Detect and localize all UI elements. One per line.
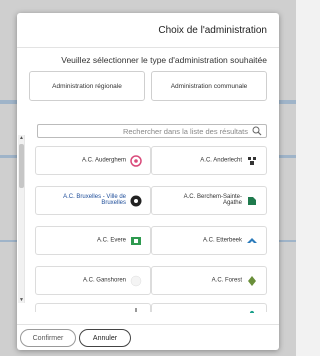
search-field[interactable]: Rechercher dans la liste des résultats <box>37 124 267 138</box>
scroll-down-icon[interactable]: ▼ <box>19 297 24 303</box>
background-strip <box>0 100 17 104</box>
admin-card-label: A.C. Etterbeek <box>202 237 242 244</box>
anderlecht-logo-icon <box>247 155 257 166</box>
partial-logo-icon <box>249 310 255 313</box>
scroll-up-icon[interactable]: ▲ <box>19 135 24 141</box>
type-communal-button[interactable]: Administration communale <box>151 71 267 101</box>
admin-card-forest[interactable]: A.C. Forest <box>151 266 267 295</box>
background-strip <box>279 100 296 104</box>
admin-card-label: A.C. Bruxelles - Ville de Bruxelles <box>63 193 126 207</box>
admin-card-next-partial[interactable] <box>151 303 267 313</box>
admin-card-auderghem[interactable]: A.C. Auderghem <box>35 146 151 175</box>
title-divider <box>17 47 279 48</box>
dialog-title: Choix de l'administration <box>158 25 267 36</box>
type-regional-button[interactable]: Administration régionale <box>29 71 145 101</box>
admin-card-label: A.C. Evere <box>96 237 126 244</box>
bruxelles-logo-icon <box>130 195 142 206</box>
evere-logo-icon <box>131 236 141 245</box>
etterbeek-logo-icon <box>247 237 257 243</box>
ganshoren-logo-icon <box>130 275 142 286</box>
dialog-subtitle: Veuillez sélectionner le type d'administ… <box>61 55 267 65</box>
admin-card-berchem[interactable]: A.C. Berchem-Sainte-Agathe <box>151 186 267 215</box>
background-strip <box>0 155 17 158</box>
confirm-button[interactable]: Confirmer <box>20 329 76 347</box>
admin-card-label: A.C. Ganshoren <box>82 277 126 284</box>
berchem-logo-icon <box>248 196 256 205</box>
admin-card-evere[interactable]: A.C. Evere <box>35 226 151 255</box>
search-input[interactable]: Rechercher dans la liste des résultats <box>123 127 248 136</box>
cancel-button[interactable]: Annuler <box>79 329 131 347</box>
admin-card-label: A.C. Forest <box>211 277 242 284</box>
administration-choice-dialog: Choix de l'administration Veuillez sélec… <box>17 13 279 350</box>
background-strip <box>0 240 17 242</box>
list-scrollbar[interactable]: ▲ ▼ <box>18 135 25 303</box>
cancel-button-label: Annuler <box>92 334 118 342</box>
admin-card-ganshoren[interactable]: A.C. Ganshoren <box>35 266 151 295</box>
partial-logo-icon <box>135 308 137 312</box>
confirm-button-label: Confirmer <box>32 334 64 342</box>
admin-card-label: A.C. Auderghem <box>81 157 126 164</box>
type-communal-label: Administration communale <box>170 82 248 90</box>
admin-card-bruxelles[interactable]: A.C. Bruxelles - Ville de Bruxelles <box>35 186 151 215</box>
admin-card-label: A.C. Anderlecht <box>200 157 242 164</box>
admin-card-anderlecht[interactable]: A.C. Anderlecht <box>151 146 267 175</box>
search-icon <box>252 126 262 136</box>
background-strip <box>279 155 296 158</box>
forest-logo-icon <box>248 275 256 286</box>
scroll-thumb[interactable] <box>19 144 24 188</box>
admin-card-etterbeek[interactable]: A.C. Etterbeek <box>151 226 267 255</box>
admin-card-next-partial[interactable] <box>35 303 151 312</box>
footer-divider <box>17 324 279 325</box>
type-regional-label: Administration régionale <box>52 82 122 90</box>
admin-card-label: A.C. Berchem-Sainte-Agathe <box>183 193 242 207</box>
background-strip <box>279 240 296 242</box>
auderghem-logo-icon <box>130 154 142 167</box>
